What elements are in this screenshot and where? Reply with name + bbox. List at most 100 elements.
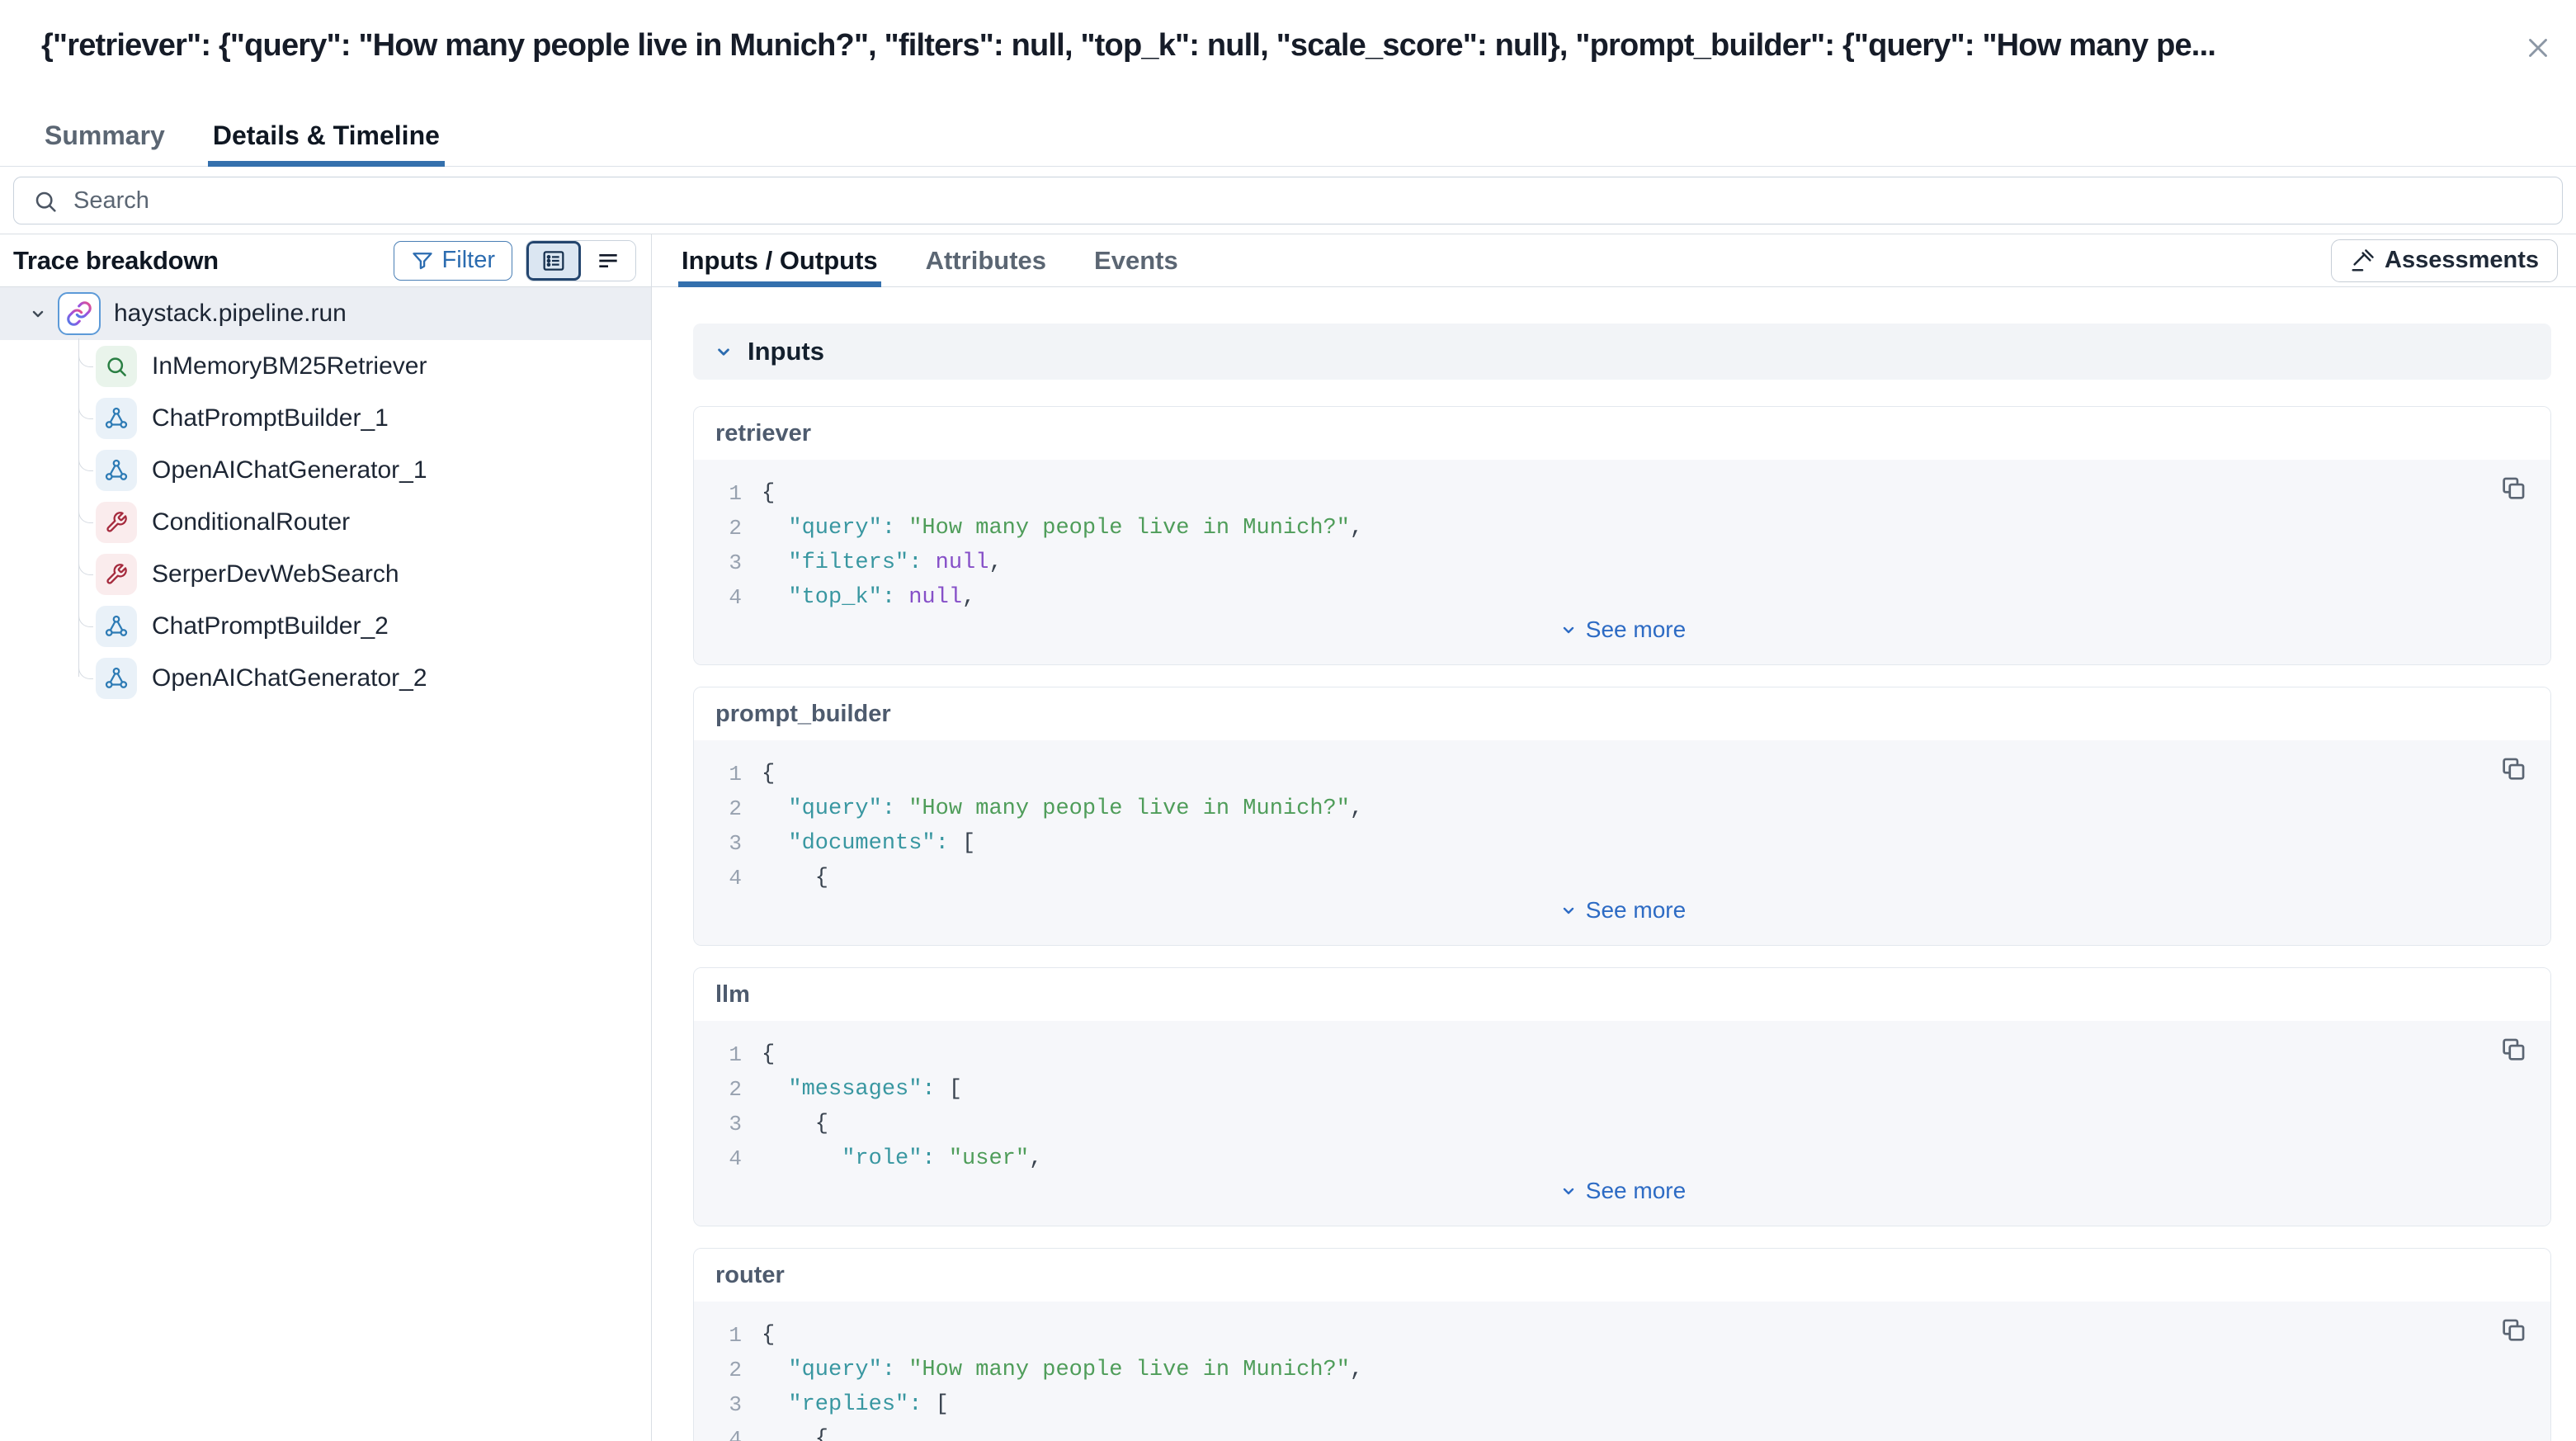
input-block-title: retriever	[694, 407, 2550, 460]
tab-summary[interactable]: Summary	[45, 120, 165, 166]
code-text: "messages": [	[762, 1077, 962, 1102]
code-line: 4 "role": "user",	[694, 1141, 2550, 1176]
tree-row-openaichatgenerator-2[interactable]: OpenAIChatGenerator_2	[0, 652, 651, 704]
network-icon	[96, 606, 137, 647]
code-line: 2 "query": "How many people live in Muni…	[694, 1353, 2550, 1387]
code-line: 1{	[694, 476, 2550, 511]
tree-row-label: ConditionalRouter	[152, 508, 350, 536]
tree-row-chatpromptbuilder-1[interactable]: ChatPromptBuilder_1	[0, 392, 651, 444]
tree-root-label: haystack.pipeline.run	[114, 300, 347, 328]
trace-title: {"retriever": {"query": "How many people…	[41, 28, 2477, 64]
see-more-link[interactable]: See more	[694, 895, 2550, 925]
line-number: 3	[694, 1392, 742, 1417]
assessments-button-label: Assessments	[2385, 247, 2539, 274]
list-view-icon	[540, 248, 567, 274]
search-row	[0, 167, 2576, 234]
code-line: 3 "filters": null,	[694, 546, 2550, 580]
trace-breakdown-title: Trace breakdown	[13, 246, 219, 276]
line-number: 1	[694, 1323, 742, 1348]
code-line: 4 {	[694, 861, 2550, 895]
trace-tree: haystack.pipeline.run InMemoryBM25Retrie…	[0, 287, 651, 704]
timeline-view-button[interactable]	[581, 241, 635, 281]
top-tabs: Summary Details & Timeline	[0, 106, 2576, 167]
line-number: 2	[694, 516, 742, 541]
line-number: 2	[694, 1077, 742, 1102]
input-block-retriever: retriever1{2 "query": "How many people l…	[693, 406, 2551, 665]
input-block-title: prompt_builder	[694, 687, 2550, 740]
code-line: 4 "top_k": null,	[694, 580, 2550, 615]
code-text: "documents": [	[762, 831, 975, 856]
code-text: "top_k": null,	[762, 585, 975, 610]
see-more-label: See more	[1586, 1178, 1686, 1204]
detail-tabs: Inputs / Outputs Attributes Events Assessm…	[652, 234, 2576, 287]
tree-row-label: OpenAIChatGenerator_2	[152, 664, 427, 692]
tree-row-chatpromptbuilder-2[interactable]: ChatPromptBuilder_2	[0, 600, 651, 652]
tree-row-serperdevwebsearch[interactable]: SerperDevWebSearch	[0, 548, 651, 600]
tree-row-openaichatgenerator-1[interactable]: OpenAIChatGenerator_1	[0, 444, 651, 496]
tree-row-conditionalrouter[interactable]: ConditionalRouter	[0, 496, 651, 548]
input-block-title: llm	[694, 968, 2550, 1021]
line-number: 4	[694, 585, 742, 610]
code-text: "query": "How many people live in Munich…	[762, 516, 1363, 541]
code-text: "filters": null,	[762, 550, 1003, 575]
inputs-section-title: Inputs	[748, 337, 824, 366]
copy-icon[interactable]	[2499, 475, 2527, 503]
input-block-title: router	[694, 1249, 2550, 1302]
funnel-icon	[411, 249, 434, 272]
network-icon	[96, 450, 137, 491]
line-number: 4	[694, 866, 742, 891]
tab-details-timeline[interactable]: Details & Timeline	[213, 120, 440, 166]
chevron-down-icon	[713, 341, 734, 362]
detail-list-view-button[interactable]	[526, 241, 581, 281]
code-text: {	[762, 481, 775, 506]
code-text: {	[762, 1112, 828, 1136]
code-line: 1{	[694, 1318, 2550, 1353]
search-input[interactable]	[14, 177, 2562, 224]
line-number: 2	[694, 796, 742, 821]
see-more-link[interactable]: See more	[694, 615, 2550, 645]
code-text: {	[762, 1323, 775, 1348]
assessments-button[interactable]: Assessments	[2331, 239, 2558, 282]
code-line: 4 {	[694, 1422, 2550, 1441]
inputs-outputs-content: Inputs retriever1{2 "query": "How many p…	[652, 287, 2576, 1441]
tree-row-label: OpenAIChatGenerator_1	[152, 456, 427, 484]
input-block-llm: llm 1{ 2 "messages": [ 3 {4 "role": "user",…	[693, 967, 2551, 1226]
code-viewer: 1{2 "query": "How many people live in Mu…	[694, 740, 2550, 945]
magnifier-icon	[96, 346, 137, 387]
search-box	[13, 177, 2563, 224]
tab-inputs-outputs[interactable]: Inputs / Outputs	[682, 234, 878, 286]
line-number: 3	[694, 831, 742, 856]
filter-button[interactable]: Filter	[394, 241, 512, 281]
line-number: 4	[694, 1427, 742, 1441]
close-icon[interactable]	[2522, 31, 2555, 64]
tree-row-label: SerperDevWebSearch	[152, 560, 399, 588]
search-icon	[32, 188, 59, 215]
network-icon	[96, 658, 137, 699]
line-number: 3	[694, 1112, 742, 1136]
tab-events[interactable]: Events	[1094, 234, 1178, 286]
see-more-link[interactable]: See more	[694, 1176, 2550, 1206]
code-text: "replies": [	[762, 1392, 949, 1417]
network-icon	[96, 398, 137, 439]
code-text: "query": "How many people live in Munich…	[762, 1358, 1363, 1382]
tree-row-label: ChatPromptBuilder_1	[152, 404, 389, 432]
link-icon	[58, 292, 101, 335]
code-viewer: 1{2 "query": "How many people live in Mu…	[694, 460, 2550, 664]
code-line: 1{	[694, 1037, 2550, 1072]
copy-icon[interactable]	[2499, 755, 2527, 783]
code-viewer: 1{2 "query": "How many people live in Mu…	[694, 1302, 2550, 1441]
chevron-down-icon[interactable]	[28, 303, 48, 324]
code-line: 2 "query": "How many people live in Muni…	[694, 791, 2550, 826]
gavel-icon	[2350, 248, 2375, 273]
code-line: 2 "query": "How many people live in Muni…	[694, 511, 2550, 546]
copy-icon[interactable]	[2499, 1036, 2527, 1064]
code-text: "query": "How many people live in Munich…	[762, 796, 1363, 821]
tree-row-root[interactable]: haystack.pipeline.run	[0, 287, 651, 340]
code-line: 3 {	[694, 1107, 2550, 1141]
inputs-section-header[interactable]: Inputs	[693, 324, 2551, 380]
tree-row-inmemorybm25retriever[interactable]: InMemoryBM25Retriever	[0, 340, 651, 392]
code-text: {	[762, 1427, 828, 1441]
copy-icon[interactable]	[2499, 1316, 2527, 1344]
trace-title-bar: {"retriever": {"query": "How many people…	[0, 0, 2576, 106]
tab-attributes[interactable]: Attributes	[926, 234, 1046, 286]
